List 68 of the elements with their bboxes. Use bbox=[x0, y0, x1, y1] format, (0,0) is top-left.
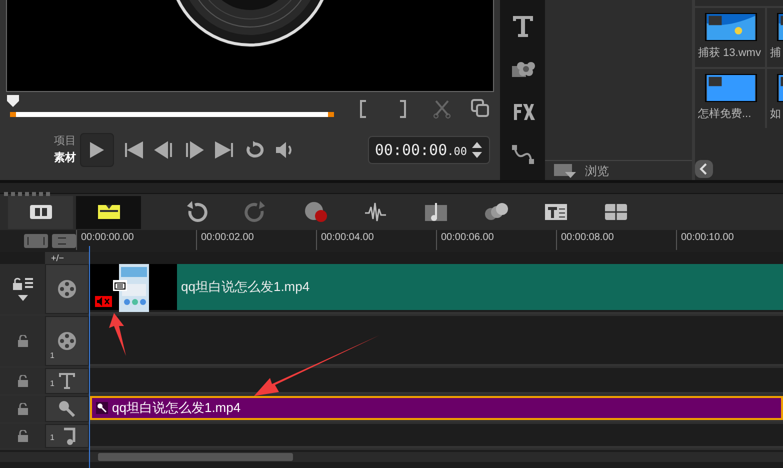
grid-icon[interactable] bbox=[604, 201, 628, 223]
view-button[interactable] bbox=[76, 196, 141, 228]
microphone-icon bbox=[57, 399, 77, 419]
ruler-time: 00:00:02.00 bbox=[196, 230, 316, 250]
track-button[interactable]: 1 bbox=[45, 316, 89, 366]
keyboard-icon bbox=[113, 280, 127, 291]
lock-icon[interactable] bbox=[16, 335, 28, 347]
track-manager-icon[interactable] bbox=[24, 234, 48, 248]
grip-icon[interactable] bbox=[4, 192, 50, 198]
repeat-icon[interactable] bbox=[244, 140, 264, 160]
ruler-time: 00:00:10.00 bbox=[676, 230, 783, 250]
storyboard-icon bbox=[28, 202, 54, 222]
play-button[interactable] bbox=[80, 133, 114, 167]
lock-list-icon[interactable] bbox=[12, 277, 34, 291]
ruler-time: 00:00:06.00 bbox=[436, 230, 556, 250]
copy-icon[interactable] bbox=[470, 98, 490, 119]
spin-arrows-icon[interactable] bbox=[471, 141, 483, 159]
mode-option[interactable]: 素材 bbox=[54, 150, 76, 167]
lock-icon[interactable] bbox=[16, 403, 28, 415]
lock-icon[interactable] bbox=[16, 430, 28, 442]
annotation-arrow bbox=[109, 313, 126, 356]
folder-icon bbox=[553, 162, 577, 178]
track-number: 1 bbox=[50, 432, 54, 444]
add-track-button[interactable]: +/− bbox=[45, 252, 89, 264]
path-icon[interactable] bbox=[510, 143, 534, 166]
redo-icon[interactable] bbox=[244, 201, 268, 223]
step-back-icon[interactable] bbox=[154, 140, 174, 160]
step-forward-icon[interactable] bbox=[184, 140, 204, 160]
scroll-left-button[interactable] bbox=[695, 160, 713, 178]
title-icon bbox=[57, 371, 77, 391]
thumbnail-label[interactable]: 捕获 13.wmv bbox=[695, 45, 761, 62]
timecode-field[interactable]: 00:00:00.00 bbox=[368, 136, 490, 164]
timecode-text: 00:00:00 bbox=[374, 140, 448, 159]
scrollbar-thumb[interactable] bbox=[98, 453, 293, 461]
record-icon[interactable] bbox=[304, 201, 328, 223]
film-reel-icon bbox=[57, 279, 77, 299]
track-button[interactable]: 1 bbox=[45, 368, 89, 394]
track-number: 1 bbox=[50, 378, 54, 390]
video-clip[interactable]: qq坦白说怎么发1.mp4 bbox=[89, 264, 783, 310]
playhead-handle[interactable] bbox=[6, 94, 20, 108]
mode-option[interactable]: 项目 bbox=[54, 133, 76, 150]
clip-title: qq坦白说怎么发1.mp4 bbox=[181, 278, 310, 296]
thumbnail-label[interactable]: 捕 bbox=[767, 45, 781, 62]
circles-icon[interactable] bbox=[484, 201, 508, 223]
play-icon bbox=[89, 141, 105, 159]
timecode-fraction: .00 bbox=[447, 144, 467, 158]
ruler-time: 00:00:04.00 bbox=[316, 230, 436, 250]
microphone-icon bbox=[96, 402, 108, 414]
thumbnail-label[interactable]: 怎样免费... bbox=[695, 106, 752, 122]
film-reel-icon bbox=[57, 331, 77, 351]
caret-icon[interactable] bbox=[18, 295, 28, 301]
volume-icon[interactable] bbox=[274, 140, 294, 160]
lock-icon[interactable] bbox=[16, 375, 28, 387]
music-film-icon[interactable] bbox=[424, 201, 448, 223]
audio-clip[interactable]: qq坦白说怎么发1.mp4 bbox=[90, 396, 783, 420]
title-icon[interactable] bbox=[510, 14, 534, 37]
timeline-icon bbox=[96, 202, 122, 222]
chapter-icon[interactable] bbox=[52, 234, 76, 248]
track-number: 1 bbox=[50, 350, 54, 362]
clip-title: qq坦白说怎么发1.mp4 bbox=[112, 399, 241, 418]
thumbnail-label[interactable]: 如 bbox=[767, 106, 781, 122]
track-button[interactable]: 1 bbox=[45, 424, 89, 448]
waveform-icon[interactable] bbox=[364, 201, 388, 223]
ruler-time: 00:00:08.00 bbox=[556, 230, 676, 250]
skip-end-icon[interactable] bbox=[214, 140, 234, 160]
view-button[interactable] bbox=[8, 196, 73, 228]
skip-start-icon[interactable] bbox=[124, 140, 144, 160]
title-box-icon[interactable] bbox=[544, 201, 568, 223]
